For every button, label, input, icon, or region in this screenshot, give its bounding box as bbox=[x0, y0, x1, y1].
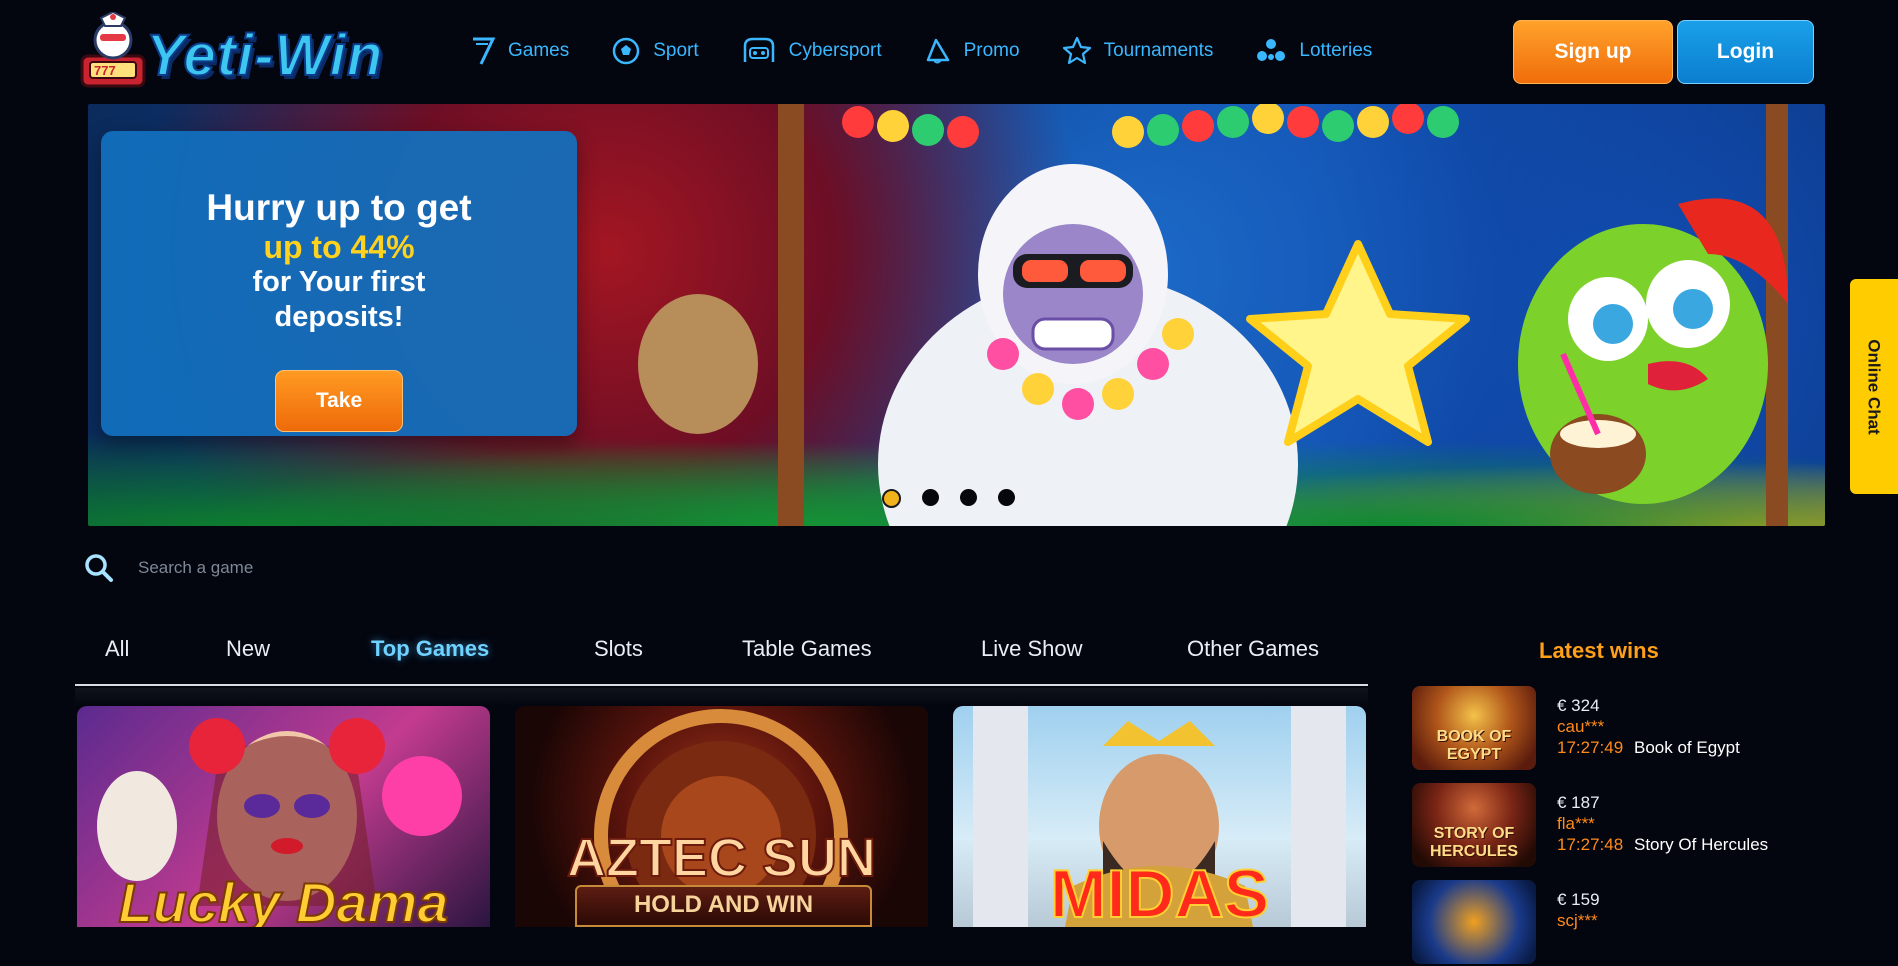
win-thumbnail-label: STORY OF HERCULES bbox=[1429, 825, 1518, 860]
tab-top-games[interactable]: Top Games bbox=[371, 636, 489, 662]
tab-live-show[interactable]: Live Show bbox=[981, 636, 1083, 662]
win-time: 17:27:49 bbox=[1557, 738, 1624, 757]
promo-subtitle: for Your first deposits! bbox=[252, 266, 426, 333]
megaphone-icon bbox=[926, 38, 949, 64]
win-thumbnail-label: BOOK OF EGYPT bbox=[1436, 728, 1512, 763]
nav-tournaments[interactable]: Tournaments bbox=[1062, 36, 1214, 66]
main-nav: Games Sport Cybersport Promo Tournaments… bbox=[470, 30, 1414, 72]
game-title-midas: MIDAS bbox=[1049, 855, 1270, 927]
gamepad-icon bbox=[743, 37, 774, 62]
carousel-dot-3[interactable] bbox=[960, 489, 977, 506]
win-game-name[interactable]: Book of Egypt bbox=[1634, 738, 1740, 758]
nav-cybersport[interactable]: Cybersport bbox=[741, 36, 882, 66]
game-title-lucky-dama: Lucky Dama bbox=[118, 870, 450, 927]
site-logo[interactable]: 777 Yeti-Win bbox=[76, 10, 421, 92]
nav-cybersport-label: Cybersport bbox=[788, 40, 882, 61]
game-card-midas[interactable]: MIDAS bbox=[953, 706, 1366, 927]
signup-button[interactable]: Sign up bbox=[1513, 20, 1673, 84]
game-category-tabs: All New Top Games Slots Table Games Live… bbox=[75, 636, 1368, 686]
tabs-underline-glow bbox=[75, 688, 1368, 706]
tab-new[interactable]: New bbox=[226, 636, 270, 662]
carousel-dot-1[interactable] bbox=[882, 489, 901, 508]
tab-slots[interactable]: Slots bbox=[594, 636, 643, 662]
win-time: 17:27:48 bbox=[1557, 835, 1624, 854]
win-amount: € 324 bbox=[1557, 696, 1600, 715]
win-user: cau*** bbox=[1557, 717, 1605, 736]
latest-wins-title: Latest wins bbox=[1539, 638, 1659, 663]
lottery-icon bbox=[1257, 39, 1286, 61]
win-game-thumbnail[interactable] bbox=[1412, 880, 1536, 964]
tab-other-games[interactable]: Other Games bbox=[1187, 636, 1319, 662]
win-game-thumbnail[interactable]: BOOK OF EGYPT bbox=[1412, 686, 1536, 770]
win-game-thumbnail[interactable]: STORY OF HERCULES bbox=[1412, 783, 1536, 867]
tab-all[interactable]: All bbox=[105, 636, 129, 662]
logo-text: Yeti-Win bbox=[145, 22, 384, 89]
latest-win-item[interactable]: € 159 scj*** bbox=[1412, 880, 1882, 966]
promo-highlight: up to 44% bbox=[263, 229, 415, 265]
star-icon bbox=[1062, 36, 1091, 65]
nav-games[interactable]: Games bbox=[470, 36, 569, 66]
win-amount: € 187 bbox=[1557, 793, 1600, 812]
carousel-dots bbox=[882, 489, 1036, 508]
take-bonus-button[interactable]: Take bbox=[275, 370, 403, 432]
search-input[interactable] bbox=[136, 557, 840, 579]
carousel-dot-4[interactable] bbox=[998, 489, 1015, 506]
game-title-aztec-sun: AZTEC SUN bbox=[566, 827, 877, 889]
promo-banner[interactable]: Hurry up to get up to 44% for Your first… bbox=[88, 104, 1825, 526]
search-icon[interactable] bbox=[84, 553, 114, 583]
game-search bbox=[84, 551, 984, 585]
yeti-mascot-icon: 777 bbox=[80, 10, 146, 88]
game-card-lucky-dama[interactable]: Lucky Dama bbox=[77, 706, 490, 927]
nav-lotteries-label: Lotteries bbox=[1299, 40, 1373, 61]
online-chat-label: Online Chat bbox=[1865, 338, 1884, 435]
nav-tournaments-label: Tournaments bbox=[1103, 40, 1214, 61]
win-game-name[interactable]: Story Of Hercules bbox=[1634, 835, 1768, 855]
svg-text:777: 777 bbox=[94, 63, 116, 78]
latest-win-item[interactable]: STORY OF HERCULES € 187 fla*** 17:27:48 … bbox=[1412, 783, 1882, 869]
login-button[interactable]: Login bbox=[1677, 20, 1814, 84]
nav-promo-label: Promo bbox=[963, 40, 1020, 61]
promo-card: Hurry up to get up to 44% for Your first… bbox=[101, 131, 577, 436]
online-chat-button[interactable]: Online Chat bbox=[1850, 279, 1898, 494]
win-amount: € 159 bbox=[1557, 890, 1600, 909]
nav-lotteries[interactable]: Lotteries bbox=[1255, 36, 1372, 66]
nav-sport-label: Sport bbox=[653, 40, 699, 61]
nav-sport[interactable]: Sport bbox=[611, 36, 699, 66]
promo-title: Hurry up to get bbox=[206, 187, 472, 228]
nav-games-label: Games bbox=[508, 40, 570, 61]
nav-promo[interactable]: Promo bbox=[924, 36, 1020, 66]
soccer-ball-icon bbox=[613, 37, 640, 65]
game-subtitle-aztec-sun: HOLD AND WIN bbox=[575, 885, 872, 927]
win-user: scj*** bbox=[1557, 911, 1598, 930]
seven-icon bbox=[473, 37, 496, 65]
game-card-aztec-sun[interactable]: AZTEC SUN HOLD AND WIN bbox=[515, 706, 928, 927]
win-user: fla*** bbox=[1557, 814, 1595, 833]
tab-table-games[interactable]: Table Games bbox=[742, 636, 872, 662]
carousel-dot-2[interactable] bbox=[922, 489, 939, 506]
latest-win-item[interactable]: BOOK OF EGYPT € 324 cau*** 17:27:49 Book… bbox=[1412, 686, 1882, 772]
